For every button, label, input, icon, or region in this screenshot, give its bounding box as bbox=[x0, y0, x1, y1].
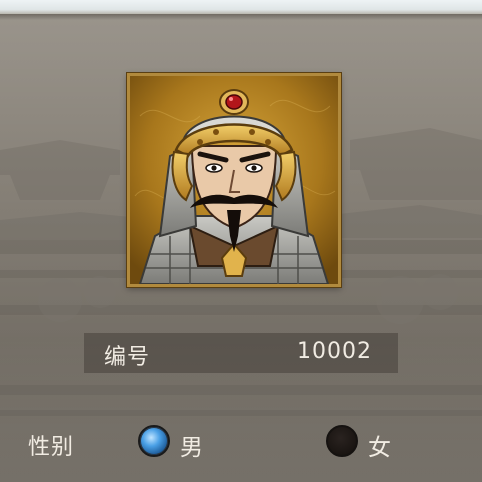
gender-option-male[interactable]: 男 bbox=[138, 423, 218, 461]
id-row: 编号 10002 bbox=[84, 333, 398, 373]
radio-unselected-icon bbox=[326, 425, 358, 457]
gender-option-female[interactable]: 女 bbox=[326, 423, 406, 461]
gender-option-male-label: 男 bbox=[180, 435, 203, 461]
radio-selected-icon bbox=[138, 425, 170, 457]
gender-label: 性别 bbox=[28, 435, 75, 460]
general-portrait-icon bbox=[130, 76, 338, 284]
top-banner-strip bbox=[0, 0, 482, 14]
id-label: 编号 bbox=[104, 345, 151, 370]
general-portrait bbox=[127, 73, 341, 287]
gender-option-female-label: 女 bbox=[368, 435, 391, 461]
id-value: 10002 bbox=[297, 339, 372, 364]
top-banner-shadow bbox=[0, 14, 482, 20]
